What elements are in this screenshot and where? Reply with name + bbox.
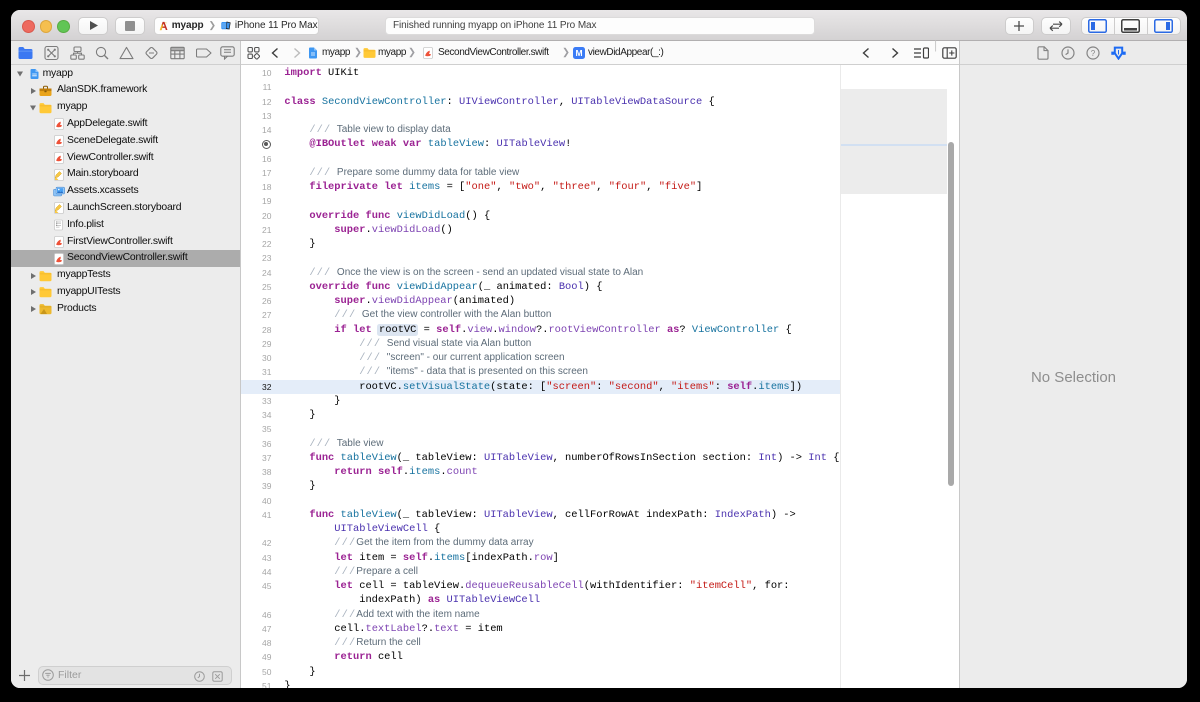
svg-text:M: M xyxy=(575,48,582,58)
svg-text:?: ? xyxy=(1091,49,1096,58)
